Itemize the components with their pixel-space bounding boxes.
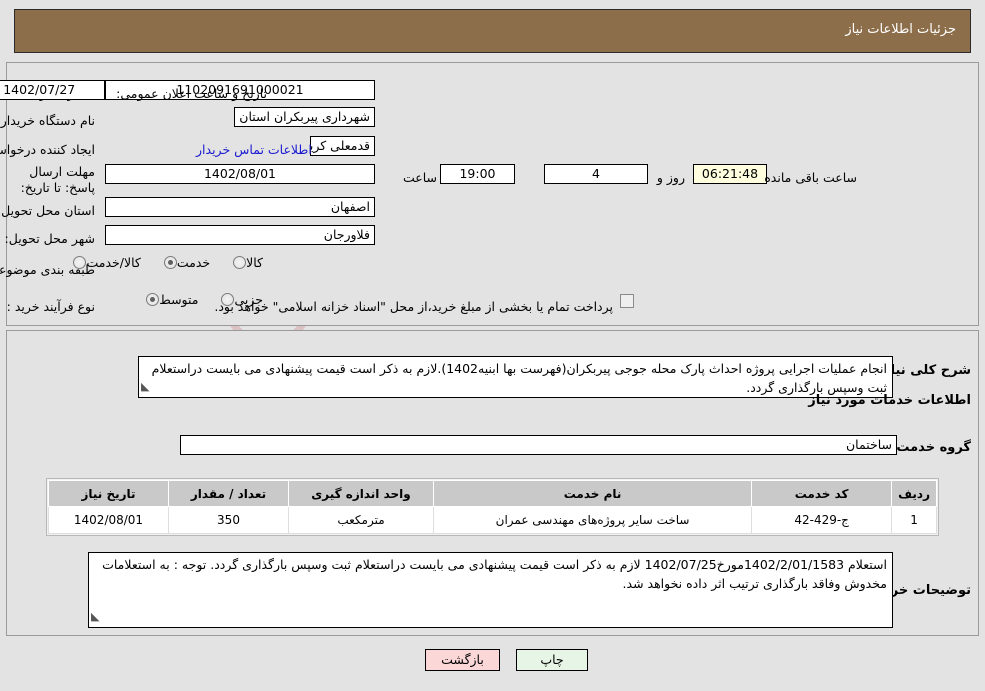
province-label: استان محل تحویل: bbox=[0, 203, 95, 218]
table-header-row: ردیف کد خدمت نام خدمت واحد اندازه گیری ت… bbox=[48, 480, 937, 507]
city-value: فلاورجان bbox=[105, 225, 375, 245]
services-table-wrapper: ردیف کد خدمت نام خدمت واحد اندازه گیری ت… bbox=[46, 478, 939, 536]
requester-value: قدمعلی کریمی دفتردار شهرداری پیربکران اس… bbox=[310, 136, 375, 156]
page-title: جزئیات اطلاعات نیاز bbox=[845, 22, 956, 37]
resize-grip-icon[interactable]: ◢ bbox=[91, 607, 99, 626]
th-need-date: تاریخ نیاز bbox=[48, 480, 169, 507]
deadline-date-value: 1402/08/01 bbox=[105, 164, 375, 184]
category-radio-group[interactable]: کالا خدمت کالا/خدمت bbox=[50, 255, 263, 270]
cell-unit: مترمکعب bbox=[288, 506, 434, 534]
services-section-title: اطلاعات خدمات مورد نیاز bbox=[808, 393, 971, 408]
th-unit: واحد اندازه گیری bbox=[288, 480, 434, 507]
back-button[interactable]: بازگشت bbox=[425, 649, 500, 671]
general-desc-value: انجام عملیات اجرایی پروژه احداث پارک محل… bbox=[151, 361, 887, 395]
deadline-label: مهلت ارسال پاسخ: تا تاریخ: bbox=[20, 164, 95, 195]
buyer-notes-textarea[interactable]: استعلام 1402/2/01/1583مورخ1402/07/25 لاز… bbox=[88, 552, 893, 628]
hour-label: ساعت bbox=[402, 170, 437, 185]
radio-icon[interactable] bbox=[233, 256, 247, 269]
cell-service-code: ج-429-42 bbox=[751, 506, 893, 534]
cell-service-name: ساخت سایر پروژه‌های مهندسی عمران bbox=[432, 506, 753, 534]
category-option-label: کالا bbox=[246, 255, 263, 270]
cell-quantity: 350 bbox=[168, 506, 289, 534]
cell-row-no: 1 bbox=[891, 506, 937, 534]
category-radio-kala-khedmat[interactable]: کالا/خدمت bbox=[68, 255, 141, 270]
th-service-name: نام خدمت bbox=[432, 480, 753, 507]
province-value: اصفهان bbox=[105, 197, 375, 217]
radio-icon-selected[interactable] bbox=[146, 293, 160, 306]
radio-icon-selected[interactable] bbox=[163, 256, 177, 269]
radio-icon[interactable] bbox=[73, 256, 87, 269]
service-group-label: گروه خدمت: bbox=[891, 440, 971, 455]
need-info-panel bbox=[6, 62, 979, 326]
process-label: نوع فرآیند خرید : bbox=[6, 299, 95, 314]
page-root: AriaTender.net جزئیات اطلاعات نیاز شماره… bbox=[0, 0, 985, 691]
th-row-no: ردیف bbox=[891, 480, 937, 507]
treasury-note-label: پرداخت تمام یا بخشی از مبلغ خرید،از محل … bbox=[214, 299, 613, 314]
city-label: شهر محل تحویل: bbox=[4, 231, 95, 246]
th-quantity: تعداد / مقدار bbox=[168, 480, 289, 507]
process-option-label: متوسط bbox=[159, 292, 199, 307]
buyer-org-label: نام دستگاه خریدار: bbox=[0, 113, 95, 128]
announce-datetime-value: 1402/07/27 - 12:14 bbox=[0, 80, 105, 100]
print-button[interactable]: چاپ bbox=[516, 649, 588, 671]
announce-datetime-label: تاریخ و ساعت اعلان عمومی: bbox=[116, 86, 267, 101]
hour-value: 19:00 bbox=[440, 164, 515, 184]
cell-need-date: 1402/08/01 bbox=[48, 506, 169, 534]
remaining-time-value: 06:21:48 bbox=[693, 164, 767, 184]
remaining-time-label: ساعت باقی مانده bbox=[764, 170, 857, 185]
th-service-code: کد خدمت bbox=[751, 480, 893, 507]
process-radio-motavasset[interactable]: متوسط bbox=[141, 292, 198, 307]
category-radio-kala[interactable]: کالا bbox=[228, 255, 263, 270]
buyer-notes-value: استعلام 1402/2/01/1583مورخ1402/07/25 لاز… bbox=[102, 557, 887, 591]
buyer-org-value: شهرداری پیربکران استان اصفهان bbox=[234, 107, 375, 127]
requester-label: ایجاد کننده درخواست: bbox=[0, 142, 95, 157]
header-bar: جزئیات اطلاعات نیاز bbox=[14, 9, 971, 53]
category-radio-khedmat[interactable]: خدمت bbox=[159, 255, 210, 270]
days-and-label: روز و bbox=[656, 170, 685, 185]
treasury-checkbox[interactable] bbox=[620, 294, 634, 308]
table-row: 1 ج-429-42 ساخت سایر پروژه‌های مهندسی عم… bbox=[48, 506, 937, 534]
days-value: 4 bbox=[544, 164, 648, 184]
resize-grip-icon[interactable]: ◢ bbox=[141, 377, 149, 396]
category-option-label: کالا/خدمت bbox=[86, 255, 141, 270]
services-table: ردیف کد خدمت نام خدمت واحد اندازه گیری ت… bbox=[48, 480, 937, 534]
general-desc-textarea[interactable]: انجام عملیات اجرایی پروژه احداث پارک محل… bbox=[138, 356, 893, 398]
category-option-label: خدمت bbox=[176, 255, 211, 270]
service-group-value: ساختمان bbox=[180, 435, 897, 455]
buyer-contact-link[interactable]: اطلاعات تماس خریدار bbox=[196, 142, 312, 157]
